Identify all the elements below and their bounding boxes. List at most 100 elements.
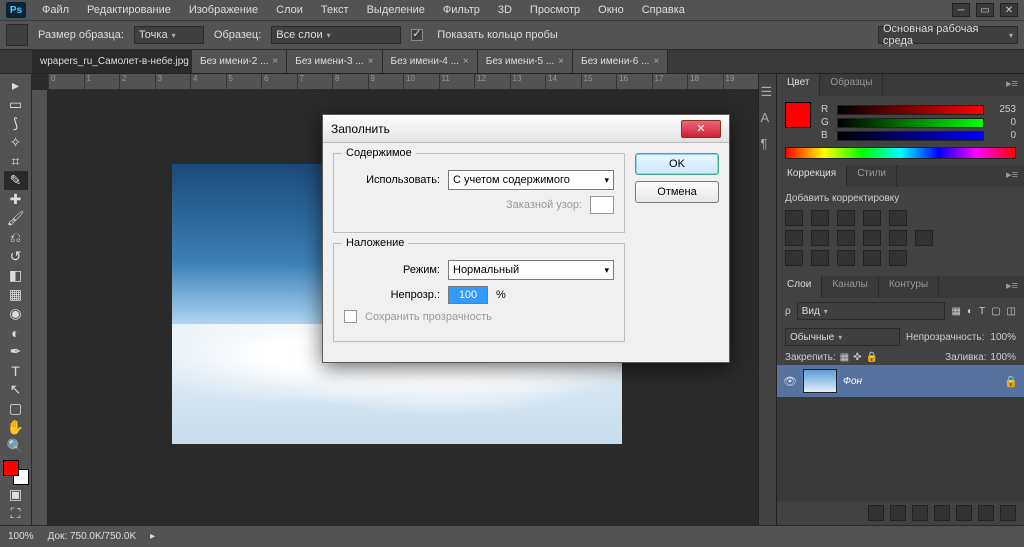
color-swatches[interactable] xyxy=(3,460,29,485)
tab-adjustments[interactable]: Коррекция xyxy=(777,165,847,187)
gradient-tool[interactable]: ▦ xyxy=(4,285,28,304)
delete-layer-icon[interactable] xyxy=(1000,505,1016,521)
filter-text-icon[interactable]: T xyxy=(979,306,985,317)
gradientmap-icon[interactable] xyxy=(863,250,881,266)
wand-tool[interactable]: ✧ xyxy=(4,133,28,152)
zoom-tool[interactable]: 🔍 xyxy=(4,437,28,456)
filter-image-icon[interactable]: ▦ xyxy=(951,306,960,317)
color-panel-swatch[interactable] xyxy=(785,102,811,128)
hue-icon[interactable] xyxy=(785,230,803,246)
fill-value[interactable]: 100% xyxy=(990,352,1016,363)
dialog-close-button[interactable]: ✕ xyxy=(681,120,721,138)
panel-menu-icon[interactable]: ▸≡ xyxy=(1000,276,1024,298)
menu-edit[interactable]: Редактирование xyxy=(79,2,179,18)
blend-mode-dropdown[interactable]: Обычные xyxy=(785,328,900,346)
b-slider[interactable] xyxy=(837,131,984,141)
close-icon[interactable]: × xyxy=(653,56,659,67)
menu-layers[interactable]: Слои xyxy=(268,2,311,18)
visibility-icon[interactable]: 👁 xyxy=(783,375,797,388)
selective-icon[interactable] xyxy=(889,250,907,266)
bw-icon[interactable] xyxy=(837,230,855,246)
new-group-icon[interactable] xyxy=(956,505,972,521)
tab-styles[interactable]: Стили xyxy=(847,165,897,187)
new-fill-icon[interactable] xyxy=(934,505,950,521)
screen-mode-tool[interactable]: ⛶ xyxy=(4,504,28,523)
crop-tool[interactable]: ⌗ xyxy=(4,152,28,171)
shape-tool[interactable]: ▢ xyxy=(4,399,28,418)
eraser-tool[interactable]: ◧ xyxy=(4,266,28,285)
cancel-button[interactable]: Отмена xyxy=(635,181,719,203)
menu-text[interactable]: Текст xyxy=(313,2,357,18)
exposure-icon[interactable] xyxy=(863,210,881,226)
levels-icon[interactable] xyxy=(811,210,829,226)
link-layers-icon[interactable] xyxy=(868,505,884,521)
posterize-icon[interactable] xyxy=(811,250,829,266)
dialog-titlebar[interactable]: Заполнить ✕ xyxy=(323,115,729,143)
history-brush-tool[interactable]: ↺ xyxy=(4,247,28,266)
g-slider[interactable] xyxy=(837,118,984,128)
eyedropper-tool-icon[interactable] xyxy=(6,24,28,46)
layer-style-icon[interactable] xyxy=(890,505,906,521)
close-icon[interactable]: × xyxy=(272,56,278,67)
minimize-button[interactable]: ─ xyxy=(952,3,970,17)
show-ring-checkbox[interactable] xyxy=(411,29,423,41)
lookup-icon[interactable] xyxy=(915,230,933,246)
brightness-icon[interactable] xyxy=(785,210,803,226)
layer-mask-icon[interactable] xyxy=(912,505,928,521)
foreground-color-swatch[interactable] xyxy=(3,460,19,476)
menu-select[interactable]: Выделение xyxy=(359,2,433,18)
menu-help[interactable]: Справка xyxy=(634,2,693,18)
layer-thumbnail[interactable] xyxy=(803,369,837,393)
tab-swatches[interactable]: Образцы xyxy=(820,74,883,96)
close-icon[interactable]: × xyxy=(368,56,374,67)
layer-filter-dropdown[interactable]: Вид xyxy=(797,302,946,320)
dodge-tool[interactable]: ◐ xyxy=(4,323,28,342)
mode-dropdown[interactable]: Нормальный xyxy=(448,260,614,280)
opacity-value[interactable]: 100% xyxy=(990,332,1016,343)
vibrance-icon[interactable] xyxy=(889,210,907,226)
sample-size-dropdown[interactable]: Точка xyxy=(134,26,204,44)
sample-source-dropdown[interactable]: Все слои xyxy=(271,26,401,44)
filter-shape-icon[interactable]: ▢ xyxy=(991,306,1000,317)
pen-tool[interactable]: ✒ xyxy=(4,342,28,361)
photofilter-icon[interactable] xyxy=(863,230,881,246)
history-panel-icon[interactable]: ☰ xyxy=(761,84,775,98)
new-layer-icon[interactable] xyxy=(978,505,994,521)
curves-icon[interactable] xyxy=(837,210,855,226)
quick-mask-tool[interactable]: ▣ xyxy=(4,485,28,504)
document-tab[interactable]: Без имени-4 ...× xyxy=(383,50,478,73)
zoom-level[interactable]: 100% xyxy=(8,531,34,542)
lock-pixels-icon[interactable]: ▦ xyxy=(840,352,849,363)
panel-menu-icon[interactable]: ▸≡ xyxy=(1000,165,1024,187)
menu-file[interactable]: Файл xyxy=(34,2,77,18)
tab-layers[interactable]: Слои xyxy=(777,276,822,298)
close-button[interactable]: ✕ xyxy=(1000,3,1018,17)
workspace-dropdown[interactable]: Основная рабочая среда xyxy=(878,26,1018,44)
tab-paths[interactable]: Контуры xyxy=(879,276,939,298)
b-value[interactable]: 0 xyxy=(990,130,1016,141)
lock-all-icon[interactable]: 🔒 xyxy=(866,352,878,363)
heal-tool[interactable]: ✚ xyxy=(4,190,28,209)
menu-view[interactable]: Просмотр xyxy=(522,2,588,18)
balance-icon[interactable] xyxy=(811,230,829,246)
channelmixer-icon[interactable] xyxy=(889,230,907,246)
document-tab[interactable]: Без имени-3 ...× xyxy=(287,50,382,73)
text-tool[interactable]: T xyxy=(4,361,28,380)
layer-item[interactable]: 👁 Фон 🔒 xyxy=(777,365,1024,397)
stamp-tool[interactable]: ⎌ xyxy=(4,228,28,247)
paragraph-panel-icon[interactable]: ¶ xyxy=(761,136,775,150)
g-value[interactable]: 0 xyxy=(990,117,1016,128)
close-icon[interactable]: × xyxy=(558,56,564,67)
marquee-tool[interactable]: ▭ xyxy=(4,95,28,114)
filter-smart-icon[interactable]: ◫ xyxy=(1007,306,1016,317)
lasso-tool[interactable]: ⟆ xyxy=(4,114,28,133)
blur-tool[interactable]: ◉ xyxy=(4,304,28,323)
menu-image[interactable]: Изображение xyxy=(181,2,266,18)
document-tab[interactable]: Без имени-5 ...× xyxy=(478,50,573,73)
panel-menu-icon[interactable]: ▸≡ xyxy=(1000,74,1024,96)
ok-button[interactable]: OK xyxy=(635,153,719,175)
document-tab[interactable]: Без имени-2 ...× xyxy=(192,50,287,73)
menu-3d[interactable]: 3D xyxy=(490,2,520,18)
character-panel-icon[interactable]: A xyxy=(761,110,775,124)
threshold-icon[interactable] xyxy=(837,250,855,266)
